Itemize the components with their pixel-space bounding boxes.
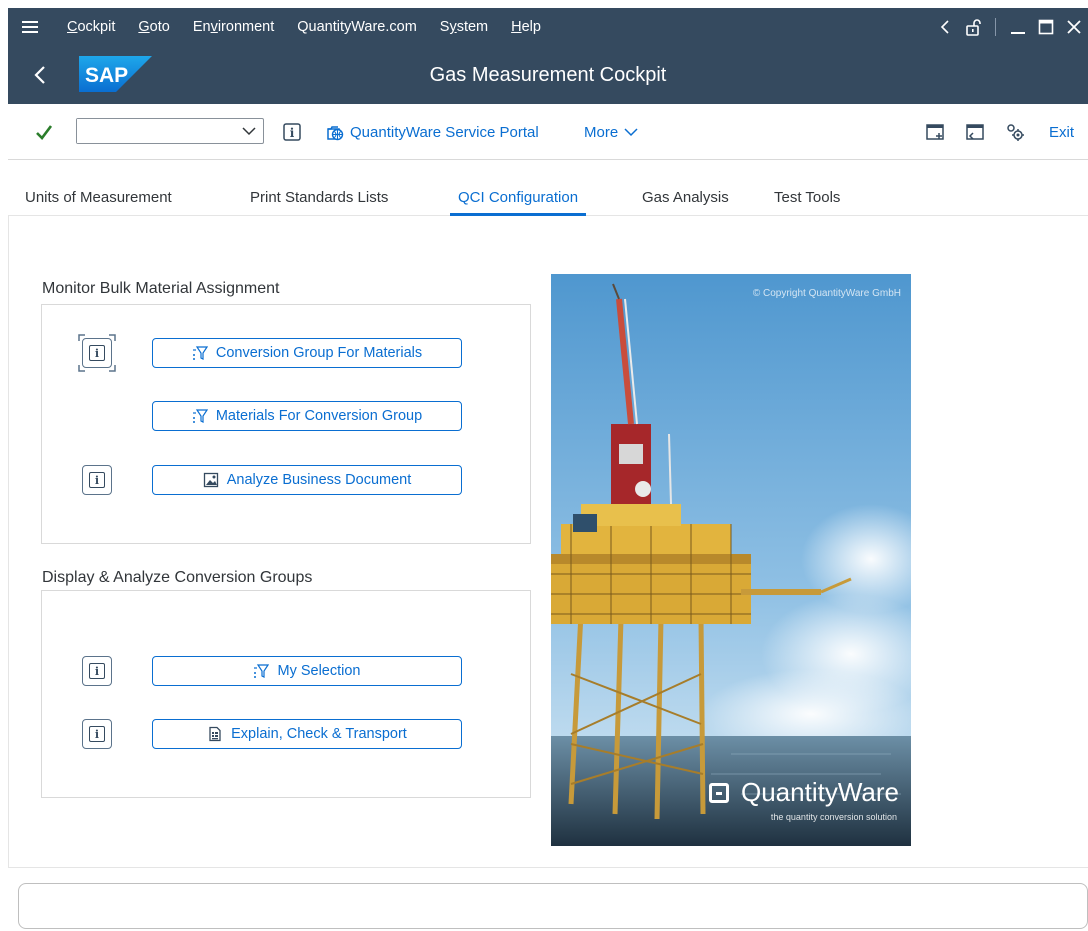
explain-check-transport-button[interactable]: Explain, Check & Transport xyxy=(152,719,462,749)
tab-units-of-measurement[interactable]: Units of Measurement xyxy=(25,160,172,216)
conversion-group-for-materials-button[interactable]: Conversion Group For Materials xyxy=(152,338,462,368)
exit-button[interactable]: Exit xyxy=(1049,124,1074,141)
tab-test-tools[interactable]: Test Tools xyxy=(774,160,840,216)
quantityware-brand: QuantityWare xyxy=(709,777,899,808)
copyright-text: © Copyright QuantityWare GmbH xyxy=(752,288,901,299)
button-label: Materials For Conversion Group xyxy=(215,408,423,424)
application-toolbar: i QuantityWare Service Portal More Exit xyxy=(8,104,1088,160)
tab-content: Monitor Bulk Material Assignment i Conve… xyxy=(8,216,1088,868)
more-label: More xyxy=(584,123,619,141)
button-label: Analyze Business Document xyxy=(226,472,412,488)
display-group-box xyxy=(41,590,531,798)
menu-bar: Cockpit Goto Environment QuantityWare.co… xyxy=(8,8,1088,46)
status-bar xyxy=(18,883,1088,929)
shell-bar: SAP Gas Measurement Cockpit xyxy=(8,46,1088,104)
close-icon[interactable] xyxy=(1060,8,1088,46)
checkmark-icon[interactable] xyxy=(34,122,54,142)
maximize-icon[interactable] xyxy=(1032,8,1060,46)
button-label: Conversion Group For Materials xyxy=(215,345,423,361)
page-title: Gas Measurement Cockpit xyxy=(429,64,667,86)
document-list-icon xyxy=(209,726,221,742)
filter-icon xyxy=(254,664,270,678)
toolbar-right: Exit xyxy=(905,120,1074,144)
settings-icon[interactable] xyxy=(1005,122,1025,142)
info-button-explain-check[interactable]: i xyxy=(82,719,112,749)
filter-icon xyxy=(192,346,208,360)
menu-cockpit[interactable]: Cockpit xyxy=(67,19,115,35)
svg-text:i: i xyxy=(290,126,295,140)
info-icon: i xyxy=(89,472,105,488)
more-button[interactable]: More xyxy=(584,120,638,144)
menu-help[interactable]: Help xyxy=(511,19,541,35)
info-icon: i xyxy=(89,726,105,742)
tab-gas-analysis[interactable]: Gas Analysis xyxy=(642,160,729,216)
back-icon[interactable] xyxy=(28,62,52,88)
window-controls xyxy=(931,8,1088,46)
info-icon[interactable]: i xyxy=(282,122,302,142)
analyze-business-document-button[interactable]: Analyze Business Document xyxy=(152,465,462,495)
end-session-icon[interactable] xyxy=(965,122,985,142)
chevron-down-icon[interactable] xyxy=(241,123,257,139)
brand-name: QuantityWare xyxy=(741,777,899,807)
command-field[interactable] xyxy=(76,118,264,144)
create-session-icon[interactable] xyxy=(925,122,945,142)
portal-icon xyxy=(327,126,344,141)
menu-environment[interactable]: Environment xyxy=(193,19,274,35)
brand-tagline: the quantity conversion solution xyxy=(770,812,897,822)
info-icon: i xyxy=(89,663,105,679)
info-button-my-selection[interactable]: i xyxy=(82,656,112,686)
minimize-icon[interactable] xyxy=(1004,8,1032,46)
hamburger-menu-icon[interactable] xyxy=(8,8,52,46)
quantityware-logo-icon xyxy=(709,782,729,803)
unlock-icon[interactable] xyxy=(959,8,987,46)
svg-text:SAP: SAP xyxy=(85,64,128,87)
my-selection-button[interactable]: My Selection xyxy=(152,656,462,686)
button-label: My Selection xyxy=(277,663,361,679)
filter-icon xyxy=(192,409,208,423)
info-button-conversion-group[interactable]: i xyxy=(82,338,112,368)
display-group-title: Display & Analyze Conversion Groups xyxy=(42,569,313,586)
tab-qci-configuration[interactable]: QCI Configuration xyxy=(449,160,587,216)
service-portal-label: QuantityWare Service Portal xyxy=(350,123,539,141)
monitor-group-title: Monitor Bulk Material Assignment xyxy=(42,280,280,297)
separator xyxy=(995,18,996,36)
oil-platform-image: © Copyright QuantityWare GmbH QuantityWa… xyxy=(551,274,911,846)
materials-for-conversion-group-button[interactable]: Materials For Conversion Group xyxy=(152,401,462,431)
sap-logo: SAP xyxy=(79,56,152,92)
chevron-left-icon[interactable] xyxy=(931,8,959,46)
tab-print-standards-lists[interactable]: Print Standards Lists xyxy=(250,160,388,216)
service-portal-button[interactable]: QuantityWare Service Portal xyxy=(326,120,539,144)
oil-platform-illustration xyxy=(551,274,911,846)
menu-goto[interactable]: Goto xyxy=(138,19,169,35)
chevron-down-icon xyxy=(624,128,638,137)
tab-bar: Units of Measurement Print Standards Lis… xyxy=(8,160,1088,216)
menu-system[interactable]: System xyxy=(440,19,488,35)
image-document-icon xyxy=(203,472,218,488)
info-button-analyze-document[interactable]: i xyxy=(82,465,112,495)
info-icon: i xyxy=(89,345,105,361)
button-label: Explain, Check & Transport xyxy=(231,726,407,742)
menu-quantityware[interactable]: QuantityWare.com xyxy=(297,19,417,35)
command-input[interactable] xyxy=(77,119,227,143)
